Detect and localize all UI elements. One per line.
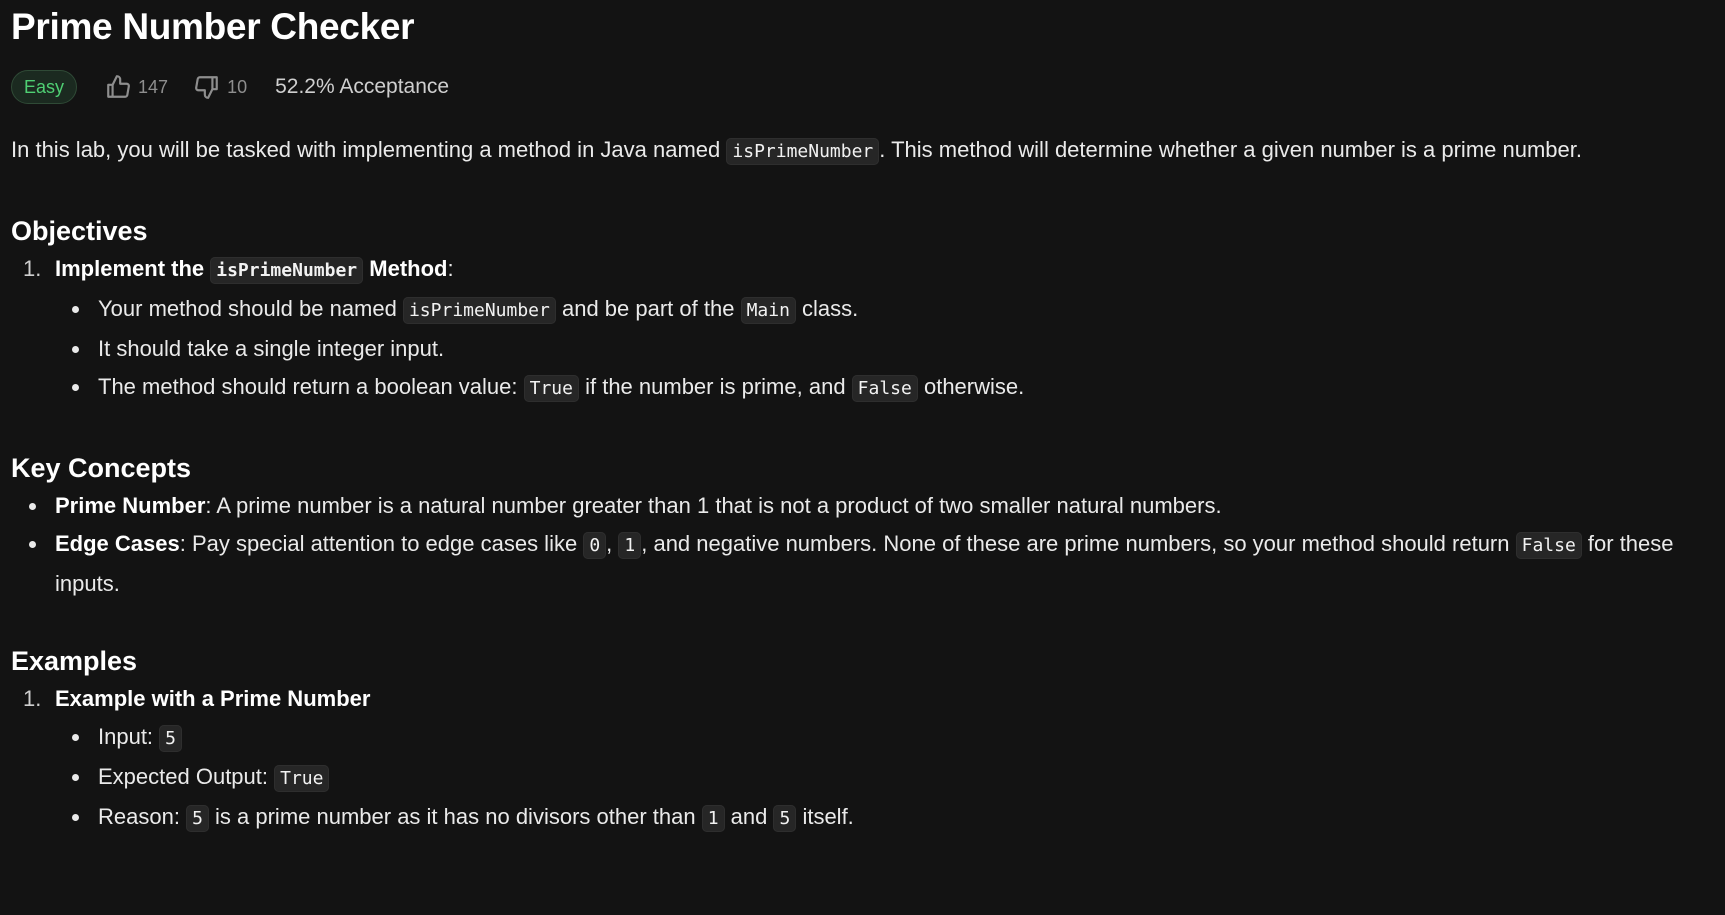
list-item: Prime Number: A prime number is a natura… (11, 487, 1714, 525)
like-button[interactable]: 147 (105, 74, 168, 100)
objective-details: Your method should be named isPrimeNumbe… (55, 290, 1714, 408)
dislike-button[interactable]: 10 (194, 74, 247, 100)
inline-code: 1 (618, 532, 642, 559)
key-concepts-heading: Key Concepts (11, 453, 192, 483)
inline-code: 5 (186, 805, 209, 832)
intro-paragraph: In this lab, you will be tasked with imp… (11, 131, 1714, 171)
examples-heading: Examples (11, 646, 138, 676)
acceptance-rate: 52.2% Acceptance (275, 75, 450, 98)
problem-description: Prime Number Checker Easy 147 10 52.2% A… (0, 0, 1725, 838)
list-item: Edge Cases: Pay special attention to edg… (11, 525, 1714, 603)
list-item: Reason: 5 is a prime number as it has no… (55, 798, 1714, 838)
list-item: The method should return a boolean value… (55, 368, 1714, 408)
difficulty-badge: Easy (11, 70, 78, 104)
like-count: 147 (138, 76, 169, 97)
objectives-heading: Objectives (11, 216, 148, 246)
inline-code: 5 (159, 725, 182, 752)
inline-code: isPrimeNumber (402, 297, 556, 324)
list-item: 1. Example with a Prime Number Input: 5 … (11, 680, 1714, 838)
list-item: It should take a single integer input. (55, 330, 1714, 368)
problem-meta: Easy 147 10 52.2% Acceptance (11, 69, 1714, 105)
inline-code: isPrimeNumber (210, 257, 364, 284)
list-item: 1. Implement the isPrimeNumber Method: Y… (11, 250, 1714, 408)
inline-code: False (851, 375, 918, 402)
inline-code: 1 (701, 805, 725, 832)
example-details: Input: 5 Expected Output: True Reason: 5… (55, 718, 1714, 838)
inline-code: True (523, 375, 579, 402)
inline-code: False (1515, 532, 1582, 559)
inline-code: 0 (583, 532, 607, 559)
page-title: Prime Number Checker (11, 6, 415, 47)
inline-code: 5 (773, 805, 797, 832)
inline-code: isPrimeNumber (726, 138, 880, 165)
dislike-count: 10 (227, 76, 248, 97)
key-concepts-list: Prime Number: A prime number is a natura… (11, 487, 1714, 603)
list-item: Your method should be named isPrimeNumbe… (55, 290, 1714, 330)
inline-code: Main (740, 297, 796, 324)
thumbs-down-icon (195, 76, 218, 99)
examples-list: 1. Example with a Prime Number Input: 5 … (11, 680, 1714, 838)
objectives-list: 1. Implement the isPrimeNumber Method: Y… (11, 250, 1714, 408)
list-item: Expected Output: True (55, 758, 1714, 798)
inline-code: True (274, 765, 330, 792)
list-item: Input: 5 (55, 718, 1714, 758)
thumbs-up-icon (107, 75, 130, 98)
